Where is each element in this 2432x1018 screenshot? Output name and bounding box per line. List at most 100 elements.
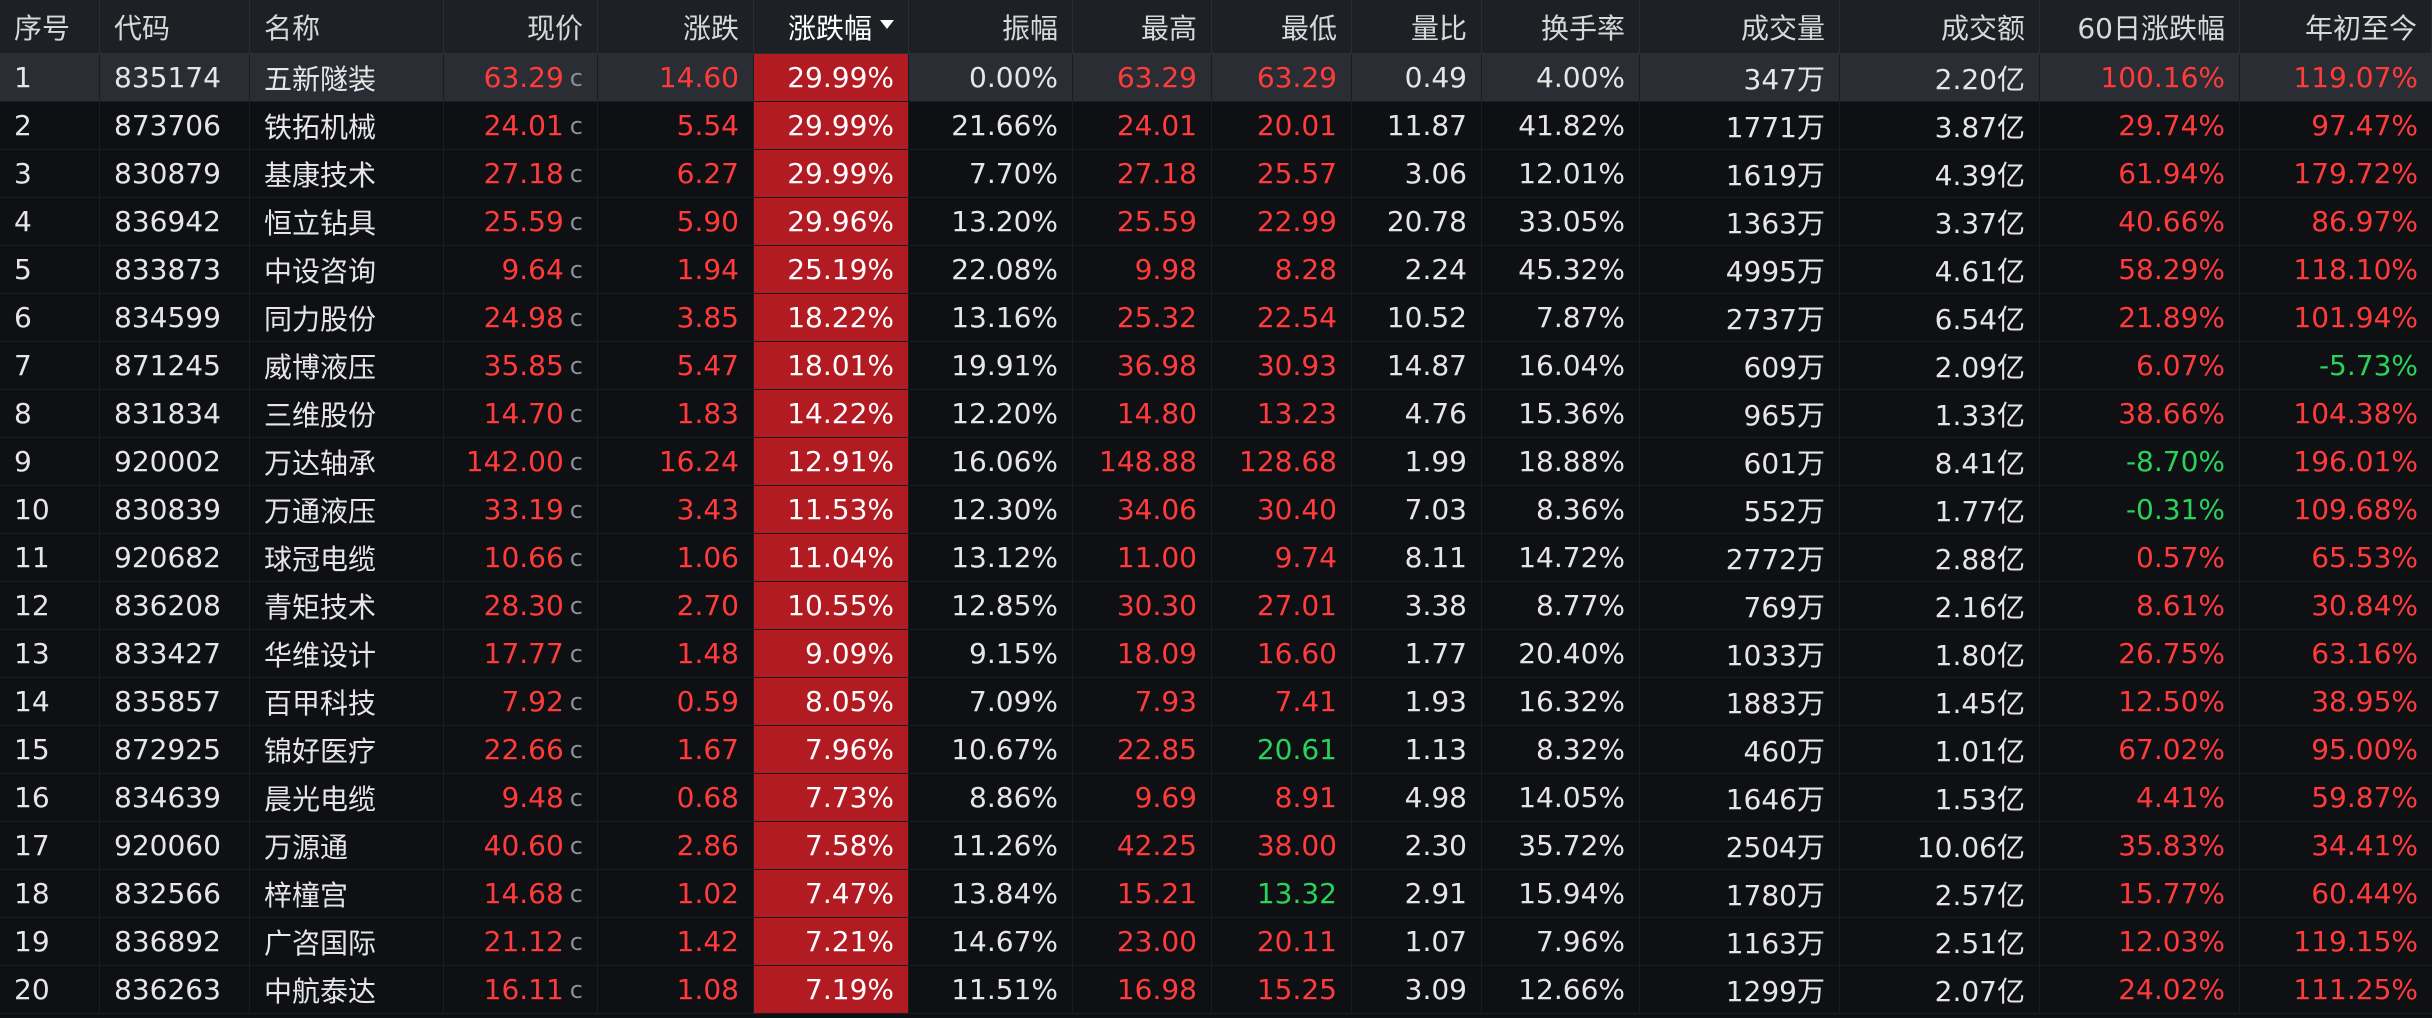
- cell-low-value: 8.28: [1274, 253, 1337, 286]
- cell-pct: 12.91%: [754, 438, 909, 485]
- table-row[interactable]: 18 832566 梓橦宫 14.68 c 1.02 7.47% 13.84% 15.21 13.…: [0, 870, 2432, 918]
- cell-price-value: 9.48: [501, 781, 564, 814]
- cell-low-value: 13.32: [1256, 877, 1337, 910]
- cell-pct-value: 8.05%: [805, 685, 894, 718]
- table-row[interactable]: 9 920002 万达轴承 142.00 c 16.24 12.91% 16.06% 148.8…: [0, 438, 2432, 486]
- col-low[interactable]: 最低: [1212, 0, 1352, 53]
- col-pct[interactable]: 涨跌幅: [754, 0, 909, 53]
- table-row[interactable]: 15 872925 锦好医疗 22.66 c 1.67 7.96% 10.67% 22.85 20…: [0, 726, 2432, 774]
- cell-pct: 29.99%: [754, 54, 909, 101]
- table-row[interactable]: 17 920060 万源通 40.60 c 2.86 7.58% 11.26% 42.25 38.…: [0, 822, 2432, 870]
- col-code[interactable]: 代码: [100, 0, 250, 53]
- cell-ytd: 109.68%: [2240, 486, 2432, 533]
- cell-volume: 1163万: [1640, 918, 1840, 965]
- cell-change: 3.85: [598, 294, 754, 341]
- table-row[interactable]: 20 836263 中航泰达 16.11 c 1.08 7.19% 11.51% 16.98 15…: [0, 966, 2432, 1014]
- cell-price: 7.92 c: [444, 678, 598, 725]
- cell-name-value: 基康技术: [264, 158, 377, 192]
- col-volume[interactable]: 成交量: [1640, 0, 1840, 53]
- cell-amplitude-value: 7.70%: [969, 157, 1058, 190]
- cell-amount: 2.09亿: [1840, 342, 2040, 389]
- cell-amount-value: 2.88亿: [1934, 542, 2025, 576]
- cell-price: 24.01 c: [444, 102, 598, 149]
- cell-volume: 1619万: [1640, 150, 1840, 197]
- cell-change-60d-value: 40.66%: [2118, 205, 2225, 238]
- col-change[interactable]: 涨跌: [598, 0, 754, 53]
- cell-ytd: 86.97%: [2240, 198, 2432, 245]
- table-row[interactable]: 10 830839 万通液压 33.19 c 3.43 11.53% 12.30% 34.06 3…: [0, 486, 2432, 534]
- cell-amplitude-value: 22.08%: [951, 253, 1058, 286]
- cell-turnover: 16.04%: [1482, 342, 1640, 389]
- cell-name: 锦好医疗: [250, 726, 444, 773]
- col-seq[interactable]: 序号: [0, 0, 100, 53]
- cell-volume-ratio: 2.30: [1352, 822, 1482, 869]
- table-row[interactable]: 13 833427 华维设计 17.77 c 1.48 9.09% 9.15% 18.09 16.…: [0, 630, 2432, 678]
- col-volume-ratio[interactable]: 量比: [1352, 0, 1482, 53]
- cell-amplitude: 7.70%: [909, 150, 1073, 197]
- col-amplitude[interactable]: 振幅: [909, 0, 1073, 53]
- cell-volume-ratio-value: 3.06: [1404, 157, 1467, 190]
- cell-code: 920002: [100, 438, 250, 485]
- table-row[interactable]: 16 834639 晨光电缆 9.48 c 0.68 7.73% 8.86% 9.69 8.91 4…: [0, 774, 2432, 822]
- col-turnover[interactable]: 换手率: [1482, 0, 1640, 53]
- cell-seq: 8: [0, 390, 100, 437]
- table-row[interactable]: 6 834599 同力股份 24.98 c 3.85 18.22% 13.16% 25.32 22…: [0, 294, 2432, 342]
- cell-price-value: 40.60: [483, 829, 564, 862]
- col-name[interactable]: 名称: [250, 0, 444, 53]
- cell-pct: 7.96%: [754, 726, 909, 773]
- cell-volume-ratio-value: 1.07: [1404, 925, 1467, 958]
- cell-code-value: 920060: [114, 829, 221, 862]
- cell-amplitude-value: 12.20%: [951, 397, 1058, 430]
- table-row[interactable]: 11 920682 球冠电缆 10.66 c 1.06 11.04% 13.12% 11.00 9…: [0, 534, 2432, 582]
- cell-price-value: 28.30: [483, 589, 564, 622]
- cell-amplitude-value: 12.30%: [951, 493, 1058, 526]
- col-ytd[interactable]: 年初至今: [2240, 0, 2432, 53]
- cell-low: 9.74: [1212, 534, 1352, 581]
- table-row[interactable]: 7 871245 威博液压 35.85 c 5.47 18.01% 19.91% 36.98 30…: [0, 342, 2432, 390]
- cell-change-60d: 100.16%: [2040, 54, 2240, 101]
- cell-ytd: 97.47%: [2240, 102, 2432, 149]
- cell-pct: 7.47%: [754, 870, 909, 917]
- cell-low-value: 16.60: [1256, 637, 1337, 670]
- cell-turnover-value: 16.32%: [1518, 685, 1625, 718]
- price-suffix-mark: c: [569, 111, 583, 140]
- cell-code-value: 836263: [114, 973, 221, 1006]
- table-row[interactable]: 2 873706 铁拓机械 24.01 c 5.54 29.99% 21.66% 24.01 20…: [0, 102, 2432, 150]
- cell-seq: 16: [0, 774, 100, 821]
- cell-change-value: 5.47: [676, 349, 739, 382]
- table-row[interactable]: 1 835174 五新隧装 63.29 c 14.60 29.99% 0.00% 63.29 63…: [0, 54, 2432, 102]
- cell-volume-ratio: 2.91: [1352, 870, 1482, 917]
- cell-amount-value: 2.16亿: [1934, 590, 2025, 624]
- col-amount[interactable]: 成交额: [1840, 0, 2040, 53]
- cell-name-value: 万通液压: [264, 494, 377, 528]
- cell-volume-ratio-value: 10.52: [1386, 301, 1467, 334]
- cell-volume-ratio: 1.77: [1352, 630, 1482, 677]
- cell-price: 33.19 c: [444, 486, 598, 533]
- col-change-60d[interactable]: 60日涨跌幅: [2040, 0, 2240, 53]
- table-row[interactable]: 12 836208 青矩技术 28.30 c 2.70 10.55% 12.85% 30.30 2…: [0, 582, 2432, 630]
- cell-turnover: 8.36%: [1482, 486, 1640, 533]
- cell-amount: 2.07亿: [1840, 966, 2040, 1013]
- cell-amount: 4.61亿: [1840, 246, 2040, 293]
- col-high[interactable]: 最高: [1073, 0, 1212, 53]
- cell-ytd: 119.07%: [2240, 54, 2432, 101]
- col-amount-label: 成交额: [1940, 11, 2025, 45]
- cell-volume-ratio: 14.87: [1352, 342, 1482, 389]
- col-price-label: 现价: [526, 11, 583, 45]
- cell-ytd-value: 101.94%: [2293, 301, 2418, 334]
- cell-change-60d: 0.57%: [2040, 534, 2240, 581]
- table-row[interactable]: 8 831834 三维股份 14.70 c 1.83 14.22% 12.20% 14.80 13…: [0, 390, 2432, 438]
- cell-turnover-value: 15.94%: [1518, 877, 1625, 910]
- cell-change-60d-value: 38.66%: [2118, 397, 2225, 430]
- table-row[interactable]: 4 836942 恒立钻具 25.59 c 5.90 29.96% 13.20% 25.59 22…: [0, 198, 2432, 246]
- table-row[interactable]: 19 836892 广咨国际 21.12 c 1.42 7.21% 14.67% 23.00 20…: [0, 918, 2432, 966]
- table-row[interactable]: 14 835857 百甲科技 7.92 c 0.59 8.05% 7.09% 7.93 7.41 1…: [0, 678, 2432, 726]
- table-row[interactable]: 5 833873 中设咨询 9.64 c 1.94 25.19% 22.08% 9.98 8.28…: [0, 246, 2432, 294]
- cell-turnover: 41.82%: [1482, 102, 1640, 149]
- cell-name: 中航泰达: [250, 966, 444, 1013]
- cell-seq-value: 18: [14, 877, 50, 910]
- cell-volume-ratio-value: 7.03: [1404, 493, 1467, 526]
- col-price[interactable]: 现价: [444, 0, 598, 53]
- cell-price: 14.70 c: [444, 390, 598, 437]
- table-row[interactable]: 3 830879 基康技术 27.18 c 6.27 29.99% 7.70% 27.18 25.…: [0, 150, 2432, 198]
